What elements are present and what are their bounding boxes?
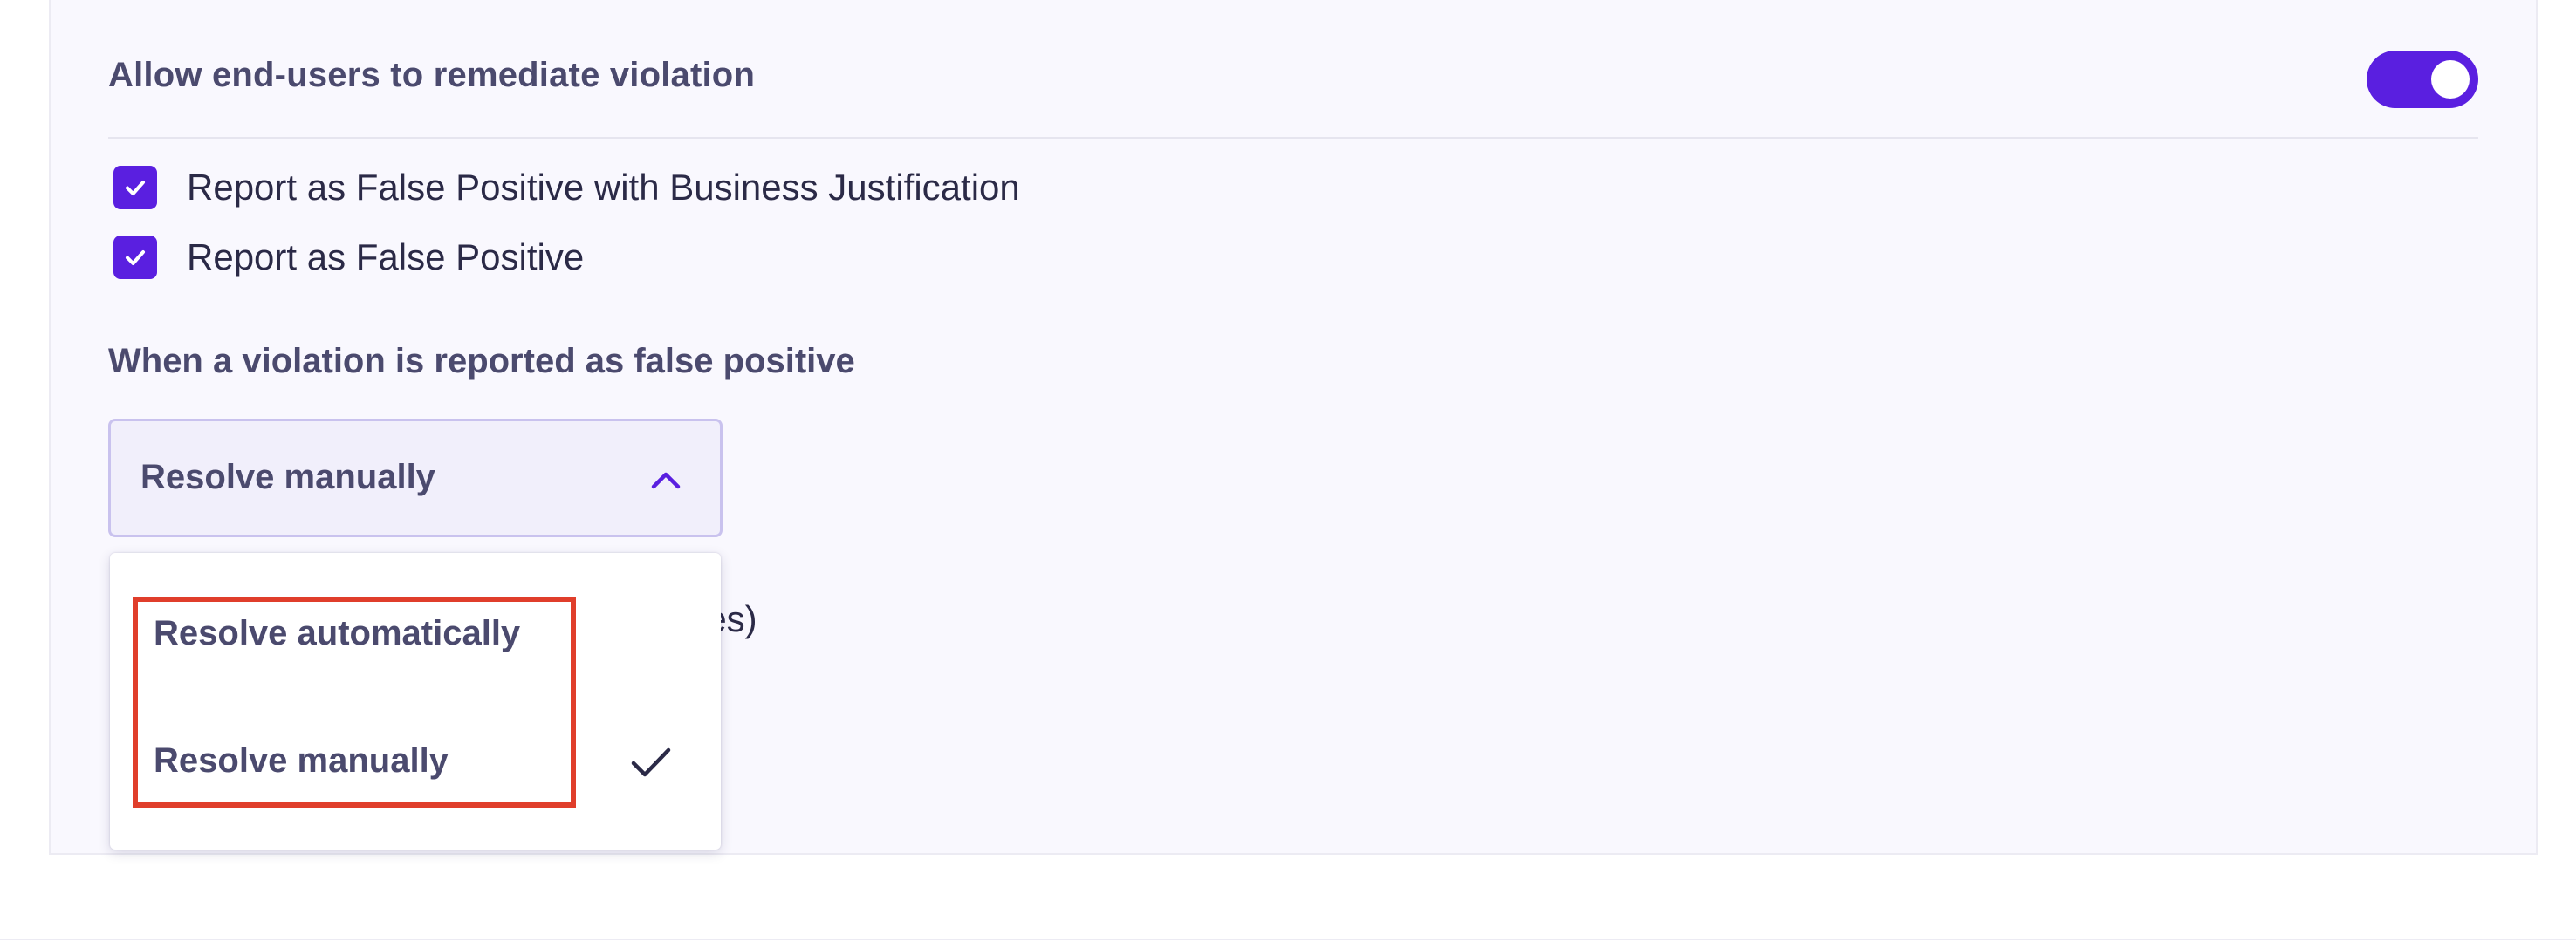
section-divider	[108, 137, 2478, 139]
checkbox-label: Report as False Positive	[187, 236, 585, 277]
toggle-knob	[2431, 60, 2470, 99]
select-value: Resolve manually	[140, 458, 435, 496]
remediation-toggle[interactable]	[2367, 51, 2478, 108]
option-row-justification[interactable]: Report as False Positive with Business J…	[113, 166, 1020, 209]
remediation-setting-title: Allow end-users to remediate violation	[108, 56, 756, 94]
option-row-false-positive[interactable]: Report as False Positive	[113, 236, 584, 279]
check-icon	[631, 747, 671, 777]
highlight-box	[133, 597, 576, 808]
checkbox-false-positive[interactable]	[113, 236, 157, 279]
check-icon	[126, 181, 145, 195]
bottom-divider	[0, 939, 2576, 940]
resolution-select[interactable]: Resolve manually	[108, 419, 723, 537]
check-icon	[126, 250, 145, 265]
checkbox-label: Report as False Positive with Business J…	[187, 167, 1020, 208]
chevron-up-icon	[651, 472, 681, 489]
false-positive-question: When a violation is reported as false po…	[108, 342, 855, 380]
checkbox-justification[interactable]	[113, 166, 157, 209]
